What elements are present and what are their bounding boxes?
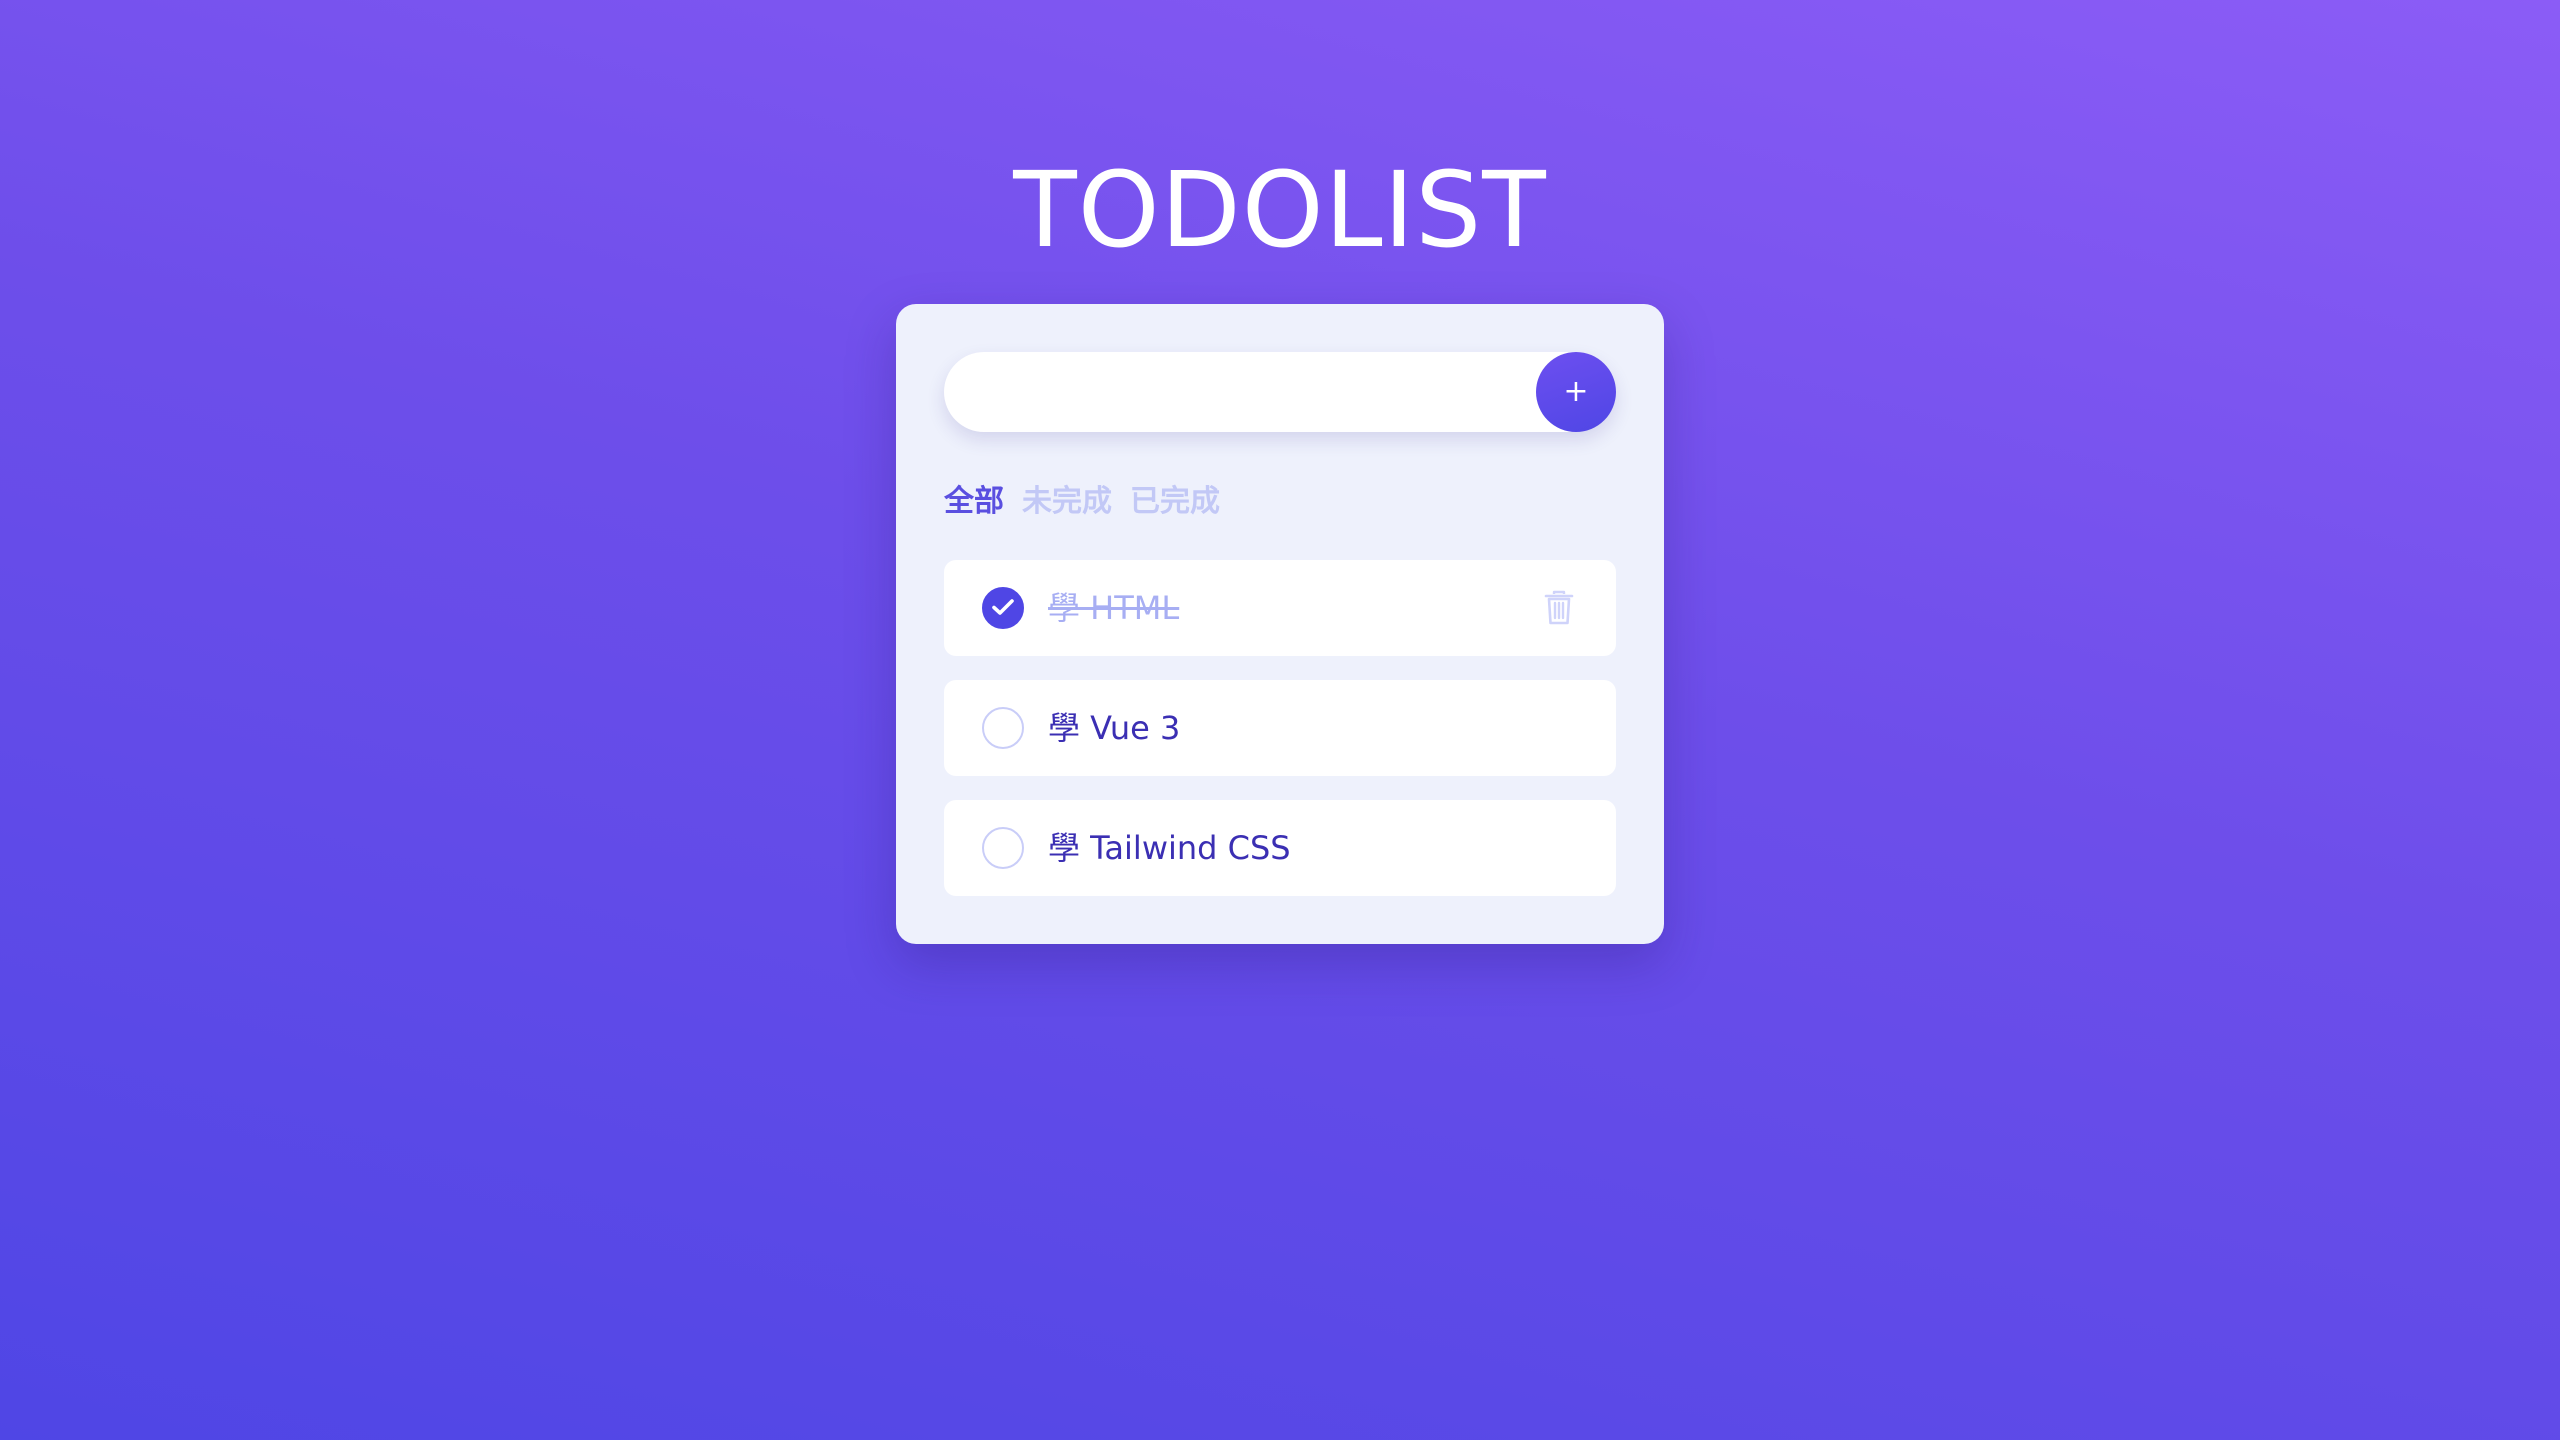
todo-text: 學 HTML <box>1048 589 1180 627</box>
add-todo-button[interactable]: + <box>1536 352 1616 432</box>
tab-completed[interactable]: 已完成 <box>1130 476 1220 520</box>
todo-text: 學 Vue 3 <box>1048 709 1181 747</box>
filter-tabs: 全部 未完成 已完成 <box>944 476 1238 520</box>
todo-text: 學 Tailwind CSS <box>1048 829 1291 867</box>
checkmark-icon <box>992 599 1014 615</box>
new-todo-input[interactable] <box>944 352 1544 432</box>
todo-list: 學 HTML 學 Vue 3 學 Tailwind CSS <box>944 560 1616 920</box>
tab-incomplete[interactable]: 未完成 <box>1022 476 1112 520</box>
app-title: TODOLIST <box>1013 149 1547 271</box>
tab-all[interactable]: 全部 <box>944 476 1004 520</box>
todo-item: 學 HTML <box>944 560 1616 656</box>
add-todo-bar: + <box>944 352 1616 432</box>
todo-card: + 全部 未完成 已完成 學 HTML 學 Vue 3 學 Tailwind C… <box>896 304 1664 944</box>
todo-checkbox[interactable] <box>982 707 1024 749</box>
todo-checkbox-checked[interactable] <box>982 587 1024 629</box>
todo-item: 學 Vue 3 <box>944 680 1616 776</box>
todo-checkbox[interactable] <box>982 827 1024 869</box>
trash-icon[interactable] <box>1544 590 1574 626</box>
todo-item: 學 Tailwind CSS <box>944 800 1616 896</box>
